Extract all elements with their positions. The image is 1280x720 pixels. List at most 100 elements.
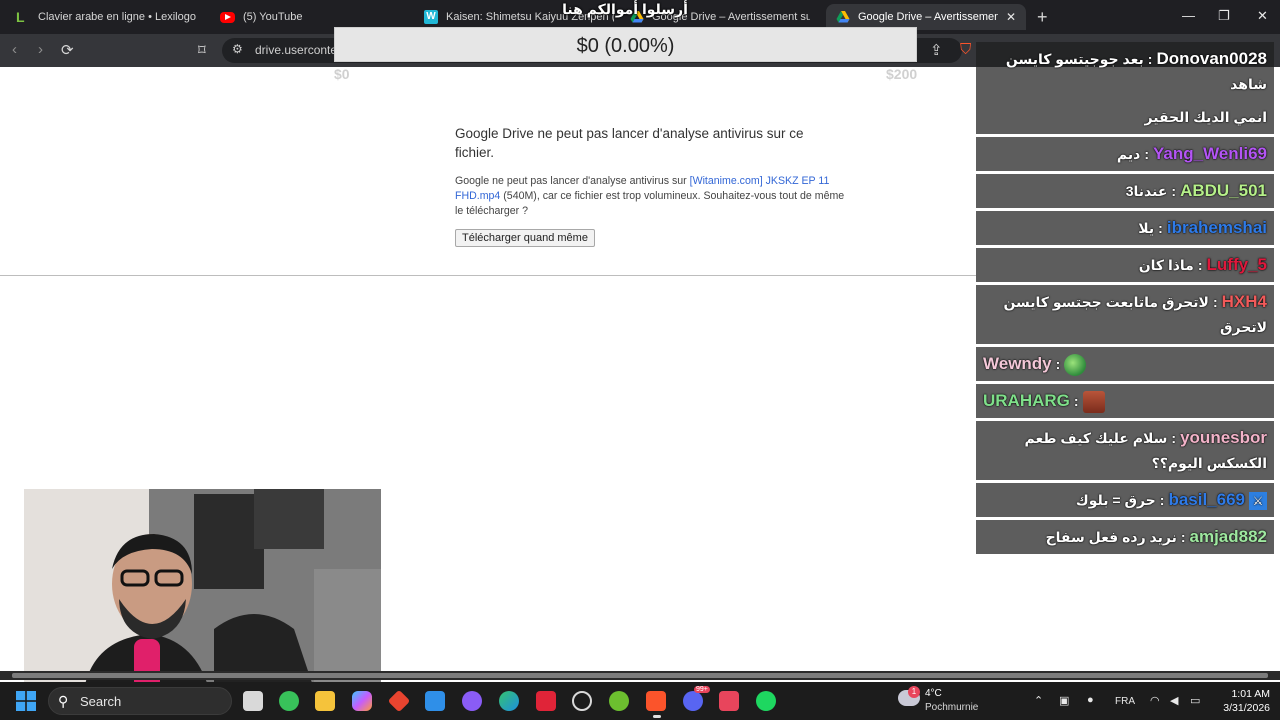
store-icon[interactable] [425, 691, 445, 711]
bookmark-icon[interactable]: ⌑ [198, 41, 206, 59]
face-emote-icon [1082, 391, 1105, 414]
tab-lexilogos[interactable]: L Clavier arabe en ligne • Lexilogos [6, 4, 206, 30]
chat-username: basil_669 [1168, 490, 1245, 509]
edge-icon[interactable] [499, 691, 519, 711]
webcam-feed [24, 489, 381, 689]
chevron-up-icon[interactable]: ⌃ [1034, 694, 1043, 707]
copilot-icon[interactable] [352, 691, 372, 711]
stream-chat: Donovan0028:بعد جوجيتسو كايسن شاهد انمي … [976, 42, 1274, 557]
file-icon[interactable] [243, 691, 263, 711]
chat-message: HXH4:لاتحرق ماتابعت ججتسو كايسن لاتحرق [976, 285, 1274, 344]
file-size: (540M) [500, 190, 537, 202]
tab-title: (5) YouTube [243, 11, 303, 23]
file-explorer-icon[interactable] [315, 691, 335, 711]
tab-title: Google Drive – Avertissement sur [858, 11, 998, 23]
youtube-icon [220, 11, 235, 23]
clock-date[interactable]: 3/31/2026 [1210, 702, 1270, 714]
chat-separator: : [1073, 393, 1079, 409]
chat-message: انمي الديك الحقير [976, 101, 1274, 134]
page-divider [0, 275, 976, 276]
ea-icon[interactable] [719, 691, 739, 711]
active-app-indicator [653, 715, 661, 718]
webcam-image [24, 489, 381, 689]
chat-username: amjad882 [1189, 527, 1268, 546]
wps-icon[interactable] [536, 691, 556, 711]
microphone-icon[interactable]: ● [1087, 694, 1094, 706]
weather-temperature: 4°C [925, 688, 942, 699]
chat-username: Wewndy [983, 354, 1052, 373]
chat-message: Yang_Wenli69:ديم [976, 137, 1274, 171]
chat-message: ibrahemshai:يلا [976, 211, 1274, 245]
battery-icon[interactable]: ▭ [1190, 694, 1200, 707]
forward-icon[interactable]: › [38, 41, 43, 58]
new-tab-button[interactable]: + [1037, 7, 1048, 28]
tray-app-icon[interactable]: ▣ [1059, 694, 1069, 707]
chat-message: Wewndy: [976, 347, 1274, 381]
warning-heading: Google Drive ne peut pas lancer d'analys… [455, 126, 804, 160]
chat-separator: : [1144, 146, 1149, 162]
chat-text: حرق = بلوك [1075, 492, 1156, 508]
chat-username: Donovan0028 [1156, 49, 1267, 68]
weather-alert-badge: 1 [908, 686, 920, 698]
chat-username: HXH4 [1221, 292, 1267, 311]
download-anyway-button[interactable]: Télécharger quand même [455, 229, 595, 247]
language-indicator[interactable]: FRA [1115, 696, 1135, 707]
weather-condition: Pochmurnie [925, 702, 979, 713]
chat-text: نريد رده فعل سفاح [1045, 529, 1177, 545]
moderator-badge-icon: ⚔ [1249, 492, 1267, 511]
close-window-icon[interactable]: ✕ [1257, 8, 1268, 24]
search-label: Search [80, 694, 122, 709]
horizontal-scrollbar[interactable] [0, 671, 1280, 680]
donation-goal-bar: $0 (0.00%) [334, 27, 917, 62]
site-info-icon[interactable]: ⚙ [232, 42, 243, 56]
chat-message: Luffy_5:ماذا كان [976, 248, 1274, 282]
start-icon[interactable] [16, 691, 36, 711]
chat-message: younesbor:سلام عليك كيف طعم الكسكس اليوم… [976, 421, 1274, 480]
office-icon[interactable] [387, 689, 411, 713]
share-icon[interactable]: ⇪ [930, 41, 943, 59]
witanime-icon: W [424, 10, 438, 24]
chat-text: انمي الديك الحقير [1144, 109, 1267, 125]
chat-message: ABDU_501:عندنا3 [976, 174, 1274, 208]
messenger-icon[interactable] [462, 691, 482, 711]
donation-title: أرسلوا أموالكم هنا [562, 1, 688, 17]
chat-text: عندنا3 [1125, 183, 1168, 199]
chat-message: amjad882:نريد رده فعل سفاح [976, 520, 1274, 554]
discord-icon[interactable] [683, 691, 703, 711]
taskbar-search[interactable]: ⚲ Search [48, 687, 232, 715]
brave-icon[interactable] [646, 691, 666, 711]
chat-message: ⚔basil_669:حرق = بلوك [976, 483, 1274, 517]
minimize-icon[interactable]: — [1182, 8, 1195, 23]
chat-separator: : [1147, 51, 1153, 67]
search-icon: ⚲ [58, 693, 69, 709]
chat-separator: : [1197, 257, 1203, 273]
discord-badge: 99+ [694, 686, 710, 693]
chat-separator: : [1171, 183, 1177, 199]
scrollbar-thumb[interactable] [12, 673, 1268, 678]
chat-text: ديم [1116, 146, 1141, 162]
clock-time[interactable]: 1:01 AM [1218, 688, 1270, 700]
maximize-icon[interactable]: ❐ [1218, 8, 1230, 24]
chat-text: يلا [1138, 220, 1155, 236]
chat-separator: : [1055, 356, 1061, 372]
wifi-icon[interactable]: ◠ [1150, 694, 1160, 707]
warning-body-prefix: Google ne peut pas lancer d'analyse anti… [455, 175, 690, 187]
close-tab-icon[interactable]: ✕ [1006, 10, 1016, 24]
chat-username: URAHARG [983, 391, 1070, 410]
volume-icon[interactable]: ◀ [1170, 694, 1178, 707]
chat-separator: : [1159, 492, 1165, 508]
chat-text: ماذا كان [1138, 257, 1194, 273]
chat-separator: : [1171, 430, 1177, 446]
back-icon[interactable]: ‹ [12, 41, 17, 58]
utorrent-icon[interactable] [609, 691, 629, 711]
chatgpt-icon[interactable] [572, 691, 592, 711]
chat-username: ABDU_501 [1180, 181, 1267, 200]
xbox-icon[interactable] [279, 691, 299, 711]
reload-icon[interactable]: ⟳ [61, 41, 74, 59]
donation-amount: $0 (0.00%) [576, 35, 675, 57]
chat-separator: : [1212, 294, 1218, 310]
brave-shields-icon[interactable]: ⛉ [960, 41, 971, 58]
globe-emote-icon [1064, 354, 1087, 377]
chat-username: ibrahemshai [1166, 218, 1267, 237]
spotify-icon[interactable] [756, 691, 776, 711]
